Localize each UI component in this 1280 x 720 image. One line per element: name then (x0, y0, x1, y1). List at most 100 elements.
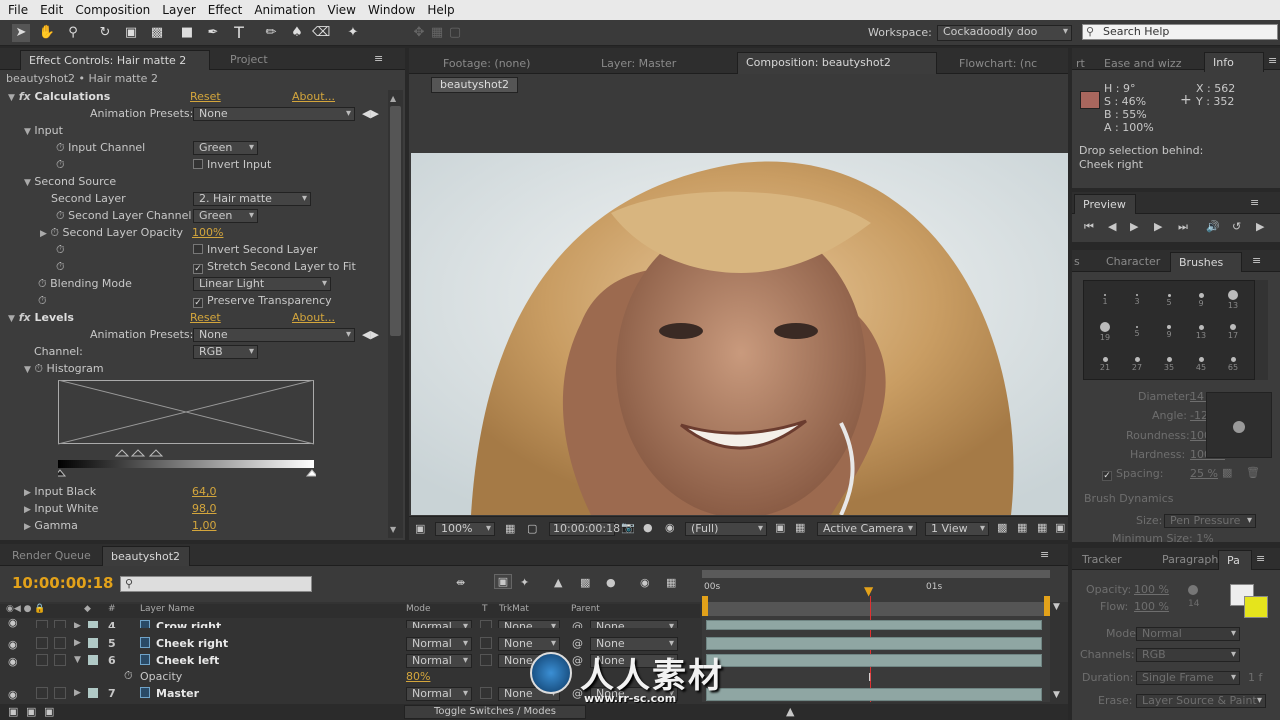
pen-tool-icon[interactable]: ✒ (204, 24, 222, 42)
animation-presets-select[interactable]: None (193, 107, 355, 121)
preserve-transparency-switch[interactable] (480, 620, 492, 628)
panel-menu-icon[interactable]: ≡ (1268, 54, 1277, 67)
preserve-transparency-switch[interactable] (480, 654, 492, 666)
menu-layer[interactable]: Layer (156, 3, 201, 17)
tab-hidden[interactable]: rt (1068, 54, 1093, 74)
previous-frame-icon[interactable]: ◀ (1108, 220, 1116, 233)
solo-switch[interactable] (36, 654, 48, 666)
tab-footage[interactable]: Footage: (none) (435, 54, 538, 74)
preset-arrows-icon[interactable]: ◀▶ (362, 105, 379, 122)
layer-name[interactable]: Crow right (156, 618, 221, 628)
fit-icon[interactable]: ▦ (505, 522, 515, 535)
effect-levels[interactable]: ▼ fx Levels (8, 309, 74, 326)
second-layer-opacity-value[interactable]: 100% (192, 224, 223, 241)
layer-name[interactable]: Master (156, 685, 199, 702)
brush-preset[interactable]: 65 (1218, 347, 1248, 379)
brush-preset[interactable]: 5 (1154, 283, 1184, 315)
label-color-icon[interactable] (88, 655, 98, 665)
comp-mini-flowchart-icon[interactable]: ⇼ (456, 576, 465, 589)
panel-menu-icon[interactable]: ≡ (1040, 548, 1049, 561)
menu-view[interactable]: View (322, 3, 362, 17)
second-layer-select[interactable]: 2. Hair matte (193, 192, 311, 206)
levels-presets-select[interactable]: None (193, 328, 355, 342)
stopwatch-icon[interactable]: ⏱ (56, 258, 65, 275)
tab-hidden[interactable]: s (1072, 252, 1088, 272)
puppet-tool-icon[interactable]: ✦ (344, 24, 362, 42)
brush-tip-icon[interactable] (1188, 585, 1198, 595)
safe-zones-icon[interactable]: ▢ (527, 522, 537, 535)
world-axis-icon[interactable]: ▦ (428, 24, 446, 42)
input-black-value[interactable]: 64,0 (192, 483, 217, 500)
levels-channel-select[interactable]: RGB (193, 345, 258, 359)
last-frame-icon[interactable]: ⏭ (1178, 220, 1188, 234)
brush-preset[interactable]: 13 (1186, 315, 1216, 347)
eraser-tool-icon[interactable]: ⌫ (312, 24, 330, 42)
parent-select[interactable]: None (590, 620, 678, 628)
preserve-transparency-checkbox[interactable]: ✓ Preserve Transparency (193, 292, 332, 309)
label-color-icon[interactable] (88, 688, 98, 698)
size-select[interactable]: Pen Pressure (1164, 514, 1256, 528)
channels-select[interactable]: RGB (1136, 648, 1240, 662)
tab-paint[interactable]: Pa (1218, 550, 1252, 570)
brush-preset[interactable]: 1 (1090, 283, 1120, 315)
menu-animation[interactable]: Animation (248, 3, 321, 17)
tab-composition[interactable]: Composition: beautyshot2 (737, 52, 937, 74)
brush-preset[interactable]: 9 (1154, 315, 1184, 347)
preserve-transparency-switch[interactable] (480, 637, 492, 649)
tab-tracker[interactable]: Tracker (1074, 550, 1130, 570)
next-frame-icon[interactable]: ▶ (1154, 220, 1162, 233)
panel-menu-icon[interactable]: ≡ (1252, 254, 1261, 267)
menu-help[interactable]: Help (421, 3, 460, 17)
input-white-value[interactable]: 98,0 (192, 500, 217, 517)
brainstorm-icon[interactable]: ◉ (640, 576, 650, 589)
selection-tool-icon[interactable]: ➤ (12, 24, 30, 42)
axis-icon[interactable]: ✥ (410, 24, 428, 42)
play-icon[interactable]: ▶ (1130, 220, 1138, 233)
timeline-search-input[interactable]: ⚲ (120, 576, 312, 592)
calc-about-link[interactable]: About... (292, 88, 335, 105)
pan-behind-tool-icon[interactable]: ▩ (148, 24, 166, 42)
erase-select[interactable]: Layer Source & Paint (1136, 694, 1266, 708)
lock-switch[interactable] (54, 687, 66, 699)
live-update-icon[interactable]: ▣ (494, 574, 512, 589)
label-icon[interactable]: ◆ (84, 604, 91, 614)
text-tool-icon[interactable]: T (230, 24, 248, 42)
stopwatch-icon[interactable]: ⏱ (38, 292, 47, 309)
solo-switch[interactable] (36, 637, 48, 649)
first-frame-icon[interactable]: ⏮ (1084, 220, 1094, 234)
stopwatch-icon[interactable]: ⏱ (124, 669, 133, 683)
expand-triangle-icon[interactable]: ▶ (74, 685, 81, 702)
tab-ease-and-wizz[interactable]: Ease and wizz (1096, 54, 1189, 74)
search-help-input[interactable]: Search Help (1082, 24, 1278, 40)
layer-duration-bar[interactable] (706, 620, 1042, 630)
layer-name-header[interactable]: Layer Name (140, 604, 195, 614)
transparency-grid-icon[interactable]: ▦ (795, 521, 805, 534)
lock-switch[interactable] (54, 637, 66, 649)
resolution-select[interactable]: (Full) (685, 522, 767, 536)
comp-navigator-button[interactable]: beautyshot2 (431, 77, 519, 93)
second-source-group[interactable]: ▼ Second Source (24, 173, 116, 190)
region-of-interest-icon[interactable]: ▣ (775, 521, 785, 534)
work-area-bar[interactable] (702, 570, 1050, 578)
brush-preset[interactable]: 9 (1186, 283, 1216, 315)
tab-paragraph[interactable]: Paragraph (1154, 550, 1226, 570)
brush-preset[interactable]: 21 (1090, 347, 1120, 379)
label-color-icon[interactable] (88, 621, 98, 628)
clone-stamp-tool-icon[interactable]: ♠ (288, 24, 306, 42)
expand-time-icon[interactable]: ▣ (44, 705, 54, 718)
tab-effect-controls[interactable]: Effect Controls: Hair matte 2 (20, 50, 210, 70)
hand-tool-icon[interactable]: ✋ (38, 24, 56, 42)
view-axis-icon[interactable]: ▢ (446, 24, 464, 42)
second-layer-channel-select[interactable]: Green (193, 209, 258, 223)
brush-preset[interactable]: 5 (1122, 315, 1152, 347)
preset-arrows-icon[interactable]: ◀▶ (362, 326, 379, 343)
histogram-group[interactable]: ▼ ⏱ Histogram (24, 360, 104, 377)
brush-preset[interactable]: 35 (1154, 347, 1184, 379)
work-area-start-handle[interactable] (702, 596, 708, 616)
eye-icon[interactable]: ◉ (8, 636, 18, 653)
input-channel-select[interactable]: Green (193, 141, 258, 155)
flowchart-icon[interactable]: ▣ (1055, 521, 1065, 534)
layer-mode-select[interactable]: Normal (406, 637, 472, 651)
stretch-second-layer-checkbox[interactable]: ✓ Stretch Second Layer to Fit (193, 258, 356, 275)
ram-preview-icon[interactable]: ▶ (1256, 220, 1264, 233)
